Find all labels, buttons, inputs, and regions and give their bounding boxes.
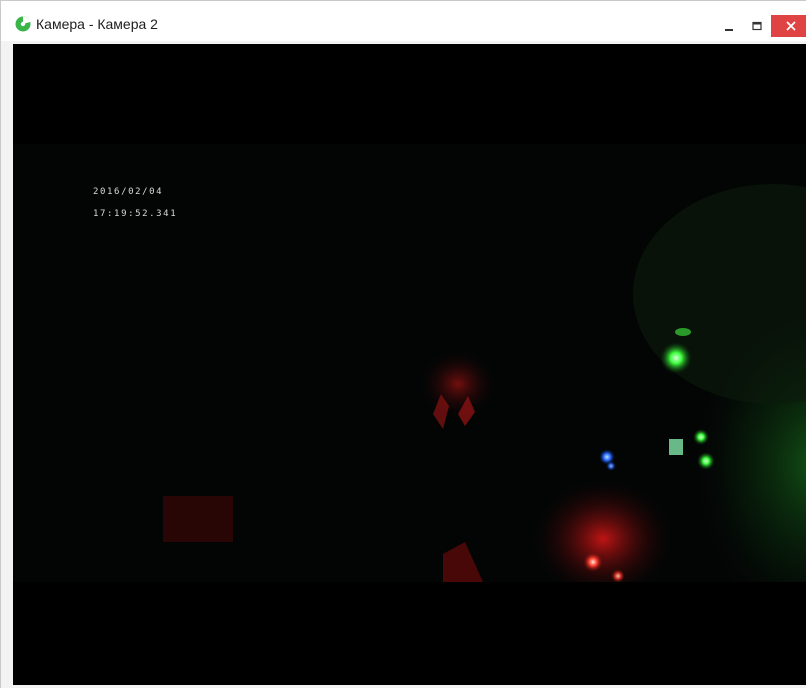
title-bar[interactable]: Камера - Камера 2: [1, 1, 806, 41]
maximize-button[interactable]: [745, 15, 769, 37]
minimize-button[interactable]: [717, 15, 741, 37]
camera-window: Камера - Камера 2 2016/02/04 17:19:52.34…: [0, 0, 806, 688]
window-title: Камера - Камера 2: [36, 16, 158, 32]
close-button[interactable]: [771, 15, 806, 37]
close-icon: [786, 21, 796, 31]
osd-date: 2016/02/04: [93, 187, 164, 197]
maximize-icon: [752, 21, 762, 31]
camera-app-icon: [15, 16, 31, 32]
camera-video-frame: 2016/02/04 17:19:52.341: [13, 144, 806, 582]
osd-time: 17:19:52.341: [93, 209, 178, 219]
video-viewport[interactable]: 2016/02/04 17:19:52.341: [13, 44, 806, 685]
minimize-icon: [725, 29, 733, 31]
